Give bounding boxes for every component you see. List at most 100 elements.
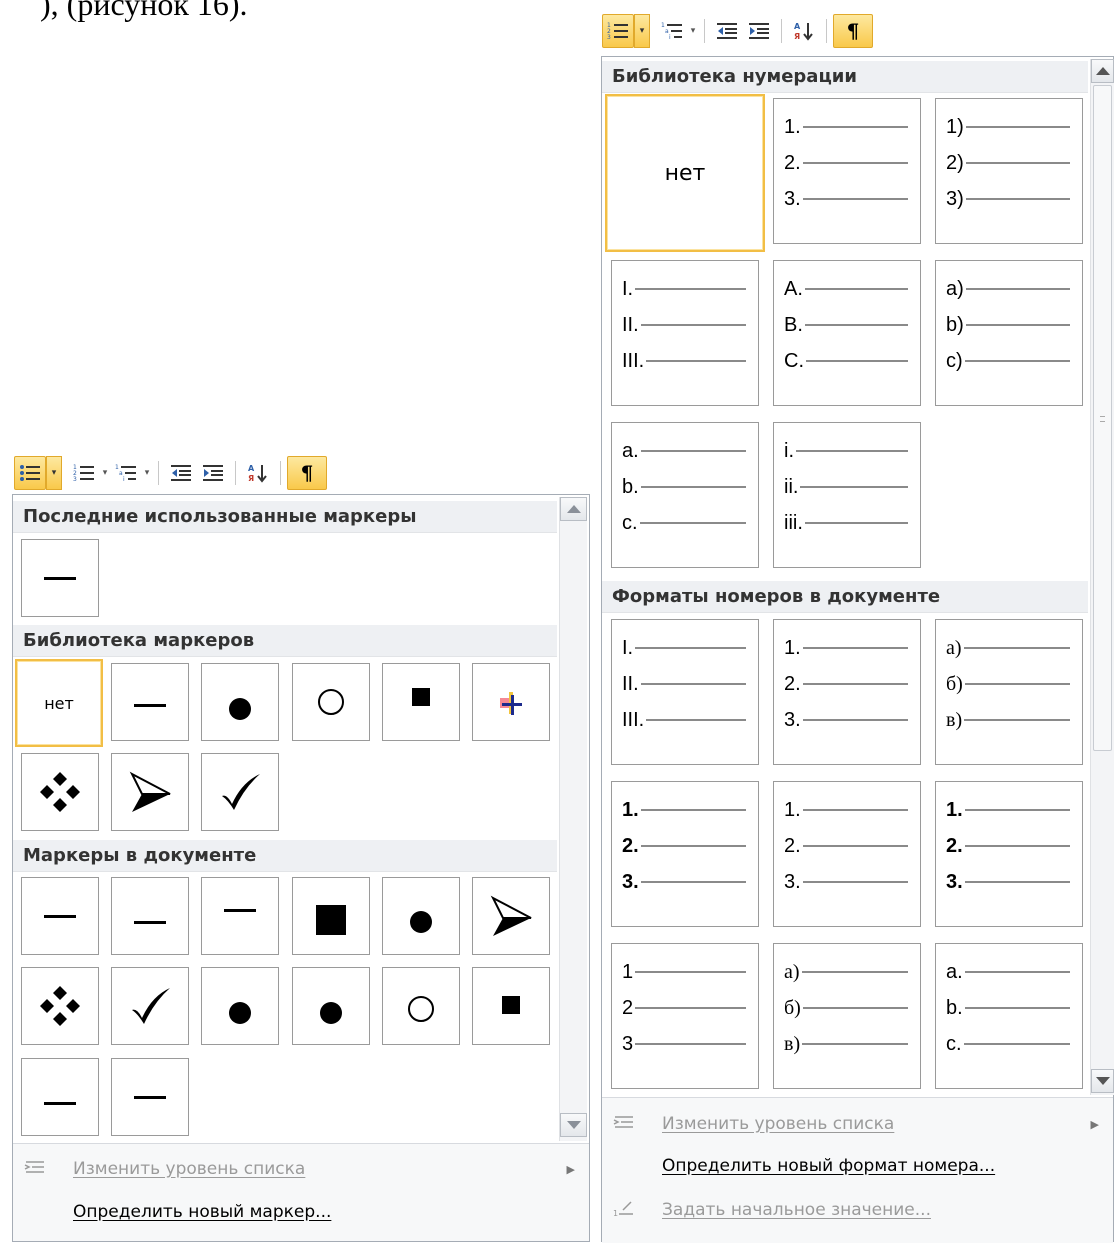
- numbering-label: б): [784, 996, 801, 1019]
- bullet-filled-circle[interactable]: [201, 967, 279, 1045]
- increase-indent-button[interactable]: [197, 456, 229, 490]
- bullet-dash[interactable]: [111, 1058, 189, 1136]
- numbering-format-tile[interactable]: 1. 2. 3.: [773, 781, 921, 927]
- bullets-button[interactable]: [14, 456, 46, 490]
- scroll-down-button[interactable]: [1091, 1069, 1114, 1093]
- multilevel-list-button[interactable]: 1 a i: [656, 14, 688, 48]
- numbering-row: 1.: [946, 799, 1070, 821]
- numbering-format-tile[interactable]: 1. 2. 3.: [773, 619, 921, 765]
- numbering-format-tile[interactable]: A. B. C.: [773, 260, 921, 406]
- numbering-button[interactable]: 1 2 3: [602, 14, 634, 48]
- numbering-panel-scrollbar[interactable]: [1090, 59, 1114, 1095]
- bullet-checkmark[interactable]: [111, 967, 189, 1045]
- decrease-indent-button[interactable]: [165, 456, 197, 490]
- scroll-up-button[interactable]: [560, 497, 587, 521]
- numbering-format-tile[interactable]: 1. 2. 3.: [935, 781, 1083, 927]
- bullet-arrowhead[interactable]: [472, 877, 550, 955]
- numbering-row: в): [946, 709, 1070, 731]
- increase-indent-button[interactable]: [743, 14, 775, 48]
- numbering-row: 1.: [622, 799, 746, 821]
- numbering-label: в): [946, 708, 963, 731]
- numbering-row: i.: [784, 440, 908, 462]
- numbering-label: б): [946, 672, 963, 695]
- change-list-level-item[interactable]: Изменить уровень списка ▶: [13, 1149, 589, 1189]
- numbering-label: b.: [946, 996, 963, 1019]
- bullet-dash[interactable]: [111, 877, 189, 955]
- bullet-diamond-cluster[interactable]: [21, 753, 99, 831]
- numbering-row: c.: [622, 512, 746, 534]
- numbering-format-tile[interactable]: а) б) в): [935, 619, 1083, 765]
- bullet-dash[interactable]: [201, 877, 279, 955]
- numbering-label: 3.: [784, 708, 801, 731]
- multilevel-dropdown-arrow[interactable]: ▾: [142, 468, 152, 478]
- dash-bullet-icon: [44, 576, 76, 580]
- numbering-dropdown-arrow[interactable]: ▾: [634, 14, 650, 48]
- scroll-down-button[interactable]: [560, 1113, 587, 1137]
- numbering-format-tile[interactable]: а) б) в): [773, 943, 921, 1089]
- numbering-format-tile[interactable]: 1 2 3: [611, 943, 759, 1089]
- numbering-button[interactable]: 1 2 3: [68, 456, 100, 490]
- sort-az-icon: A Я: [248, 464, 267, 483]
- bullet-filled-circle[interactable]: [201, 663, 279, 741]
- bullet-filled-square[interactable]: [382, 663, 460, 741]
- bullet-open-circle[interactable]: [292, 663, 370, 741]
- numbering-format-tile[interactable]: 1. 2. 3.: [611, 781, 759, 927]
- bullet-dash[interactable]: [111, 663, 189, 741]
- caption-text-fragment: ), (рисунок 16).: [40, 0, 248, 22]
- numbering-line: [802, 647, 908, 649]
- numbering-row: 2.: [946, 835, 1070, 857]
- bullet-dash[interactable]: [21, 539, 99, 617]
- define-new-number-format-item[interactable]: Определить новый формат номера...: [602, 1146, 1113, 1186]
- numbering-format-tile[interactable]: I. II. III.: [611, 619, 759, 765]
- change-list-level-item[interactable]: Изменить уровень списка ▶: [602, 1104, 1113, 1144]
- sort-button[interactable]: A Я: [242, 456, 274, 490]
- bullet-none[interactable]: нет: [15, 659, 103, 747]
- bullet-arrowhead[interactable]: [111, 753, 189, 831]
- document-number-formats-header: Форматы номеров в документе: [602, 581, 1088, 613]
- svg-text:A: A: [248, 464, 255, 473]
- bullet-checkmark[interactable]: [201, 753, 279, 831]
- bullet-diamond-cluster[interactable]: [21, 967, 99, 1045]
- bullet-colored-cross[interactable]: [472, 663, 550, 741]
- show-formatting-button[interactable]: ¶: [833, 14, 873, 48]
- bullet-filled-circle[interactable]: [292, 967, 370, 1045]
- numbering-format-tile[interactable]: 1) 2) 3): [935, 98, 1083, 244]
- numbering-line: [964, 809, 1070, 811]
- numbering-format-tile[interactable]: a. b. c.: [611, 422, 759, 568]
- numbering-panel-menu: Изменить уровень списка ▶ Определить нов…: [602, 1097, 1113, 1243]
- sort-button[interactable]: A Я: [788, 14, 820, 48]
- numbering-label: 2.: [784, 834, 801, 857]
- scroll-thumb[interactable]: [1093, 85, 1112, 751]
- numbering-format-tile[interactable]: i. ii. iii.: [773, 422, 921, 568]
- numbering-format-tile[interactable]: a) b) c): [935, 260, 1083, 406]
- scroll-up-button[interactable]: [1091, 59, 1114, 83]
- decrease-indent-button[interactable]: [711, 14, 743, 48]
- numbering-row: C.: [784, 350, 908, 372]
- multilevel-dropdown-arrow[interactable]: ▾: [688, 26, 698, 36]
- numbering-none[interactable]: нет: [605, 94, 765, 252]
- none-label: нет: [664, 160, 706, 186]
- bullet-filled-circle[interactable]: [382, 877, 460, 955]
- set-numbering-value-item[interactable]: 1 Задать начальное значение...: [602, 1190, 1113, 1230]
- change-list-level-label: Изменить уровень списка: [662, 1114, 895, 1134]
- multilevel-list-button[interactable]: 1 a i: [110, 456, 142, 490]
- list-level-icon: [602, 1114, 646, 1134]
- numbering-line: [964, 971, 1070, 973]
- numbering-format-tile[interactable]: a. b. c.: [935, 943, 1083, 1089]
- numbering-line: [800, 486, 908, 488]
- bullet-dash[interactable]: [21, 877, 99, 955]
- show-formatting-button[interactable]: ¶: [287, 456, 327, 490]
- bullet-open-circle[interactable]: [382, 967, 460, 1045]
- numbering-line: [965, 324, 1070, 326]
- numbering-row: III.: [622, 709, 746, 731]
- bullet-panel-scrollbar[interactable]: [559, 497, 587, 1141]
- numbering-format-tile[interactable]: 1. 2. 3.: [773, 98, 921, 244]
- bullet-filled-square[interactable]: [472, 967, 550, 1045]
- numbering-dropdown-arrow[interactable]: ▾: [100, 468, 110, 478]
- numbering-format-tile[interactable]: I. II. III.: [611, 260, 759, 406]
- bullet-dash[interactable]: [21, 1058, 99, 1136]
- bullets-dropdown-arrow[interactable]: ▾: [46, 456, 62, 490]
- bullet-filled-square[interactable]: [292, 877, 370, 955]
- define-new-bullet-item[interactable]: Определить новый маркер...: [13, 1192, 589, 1232]
- numbering-line: [635, 1007, 746, 1009]
